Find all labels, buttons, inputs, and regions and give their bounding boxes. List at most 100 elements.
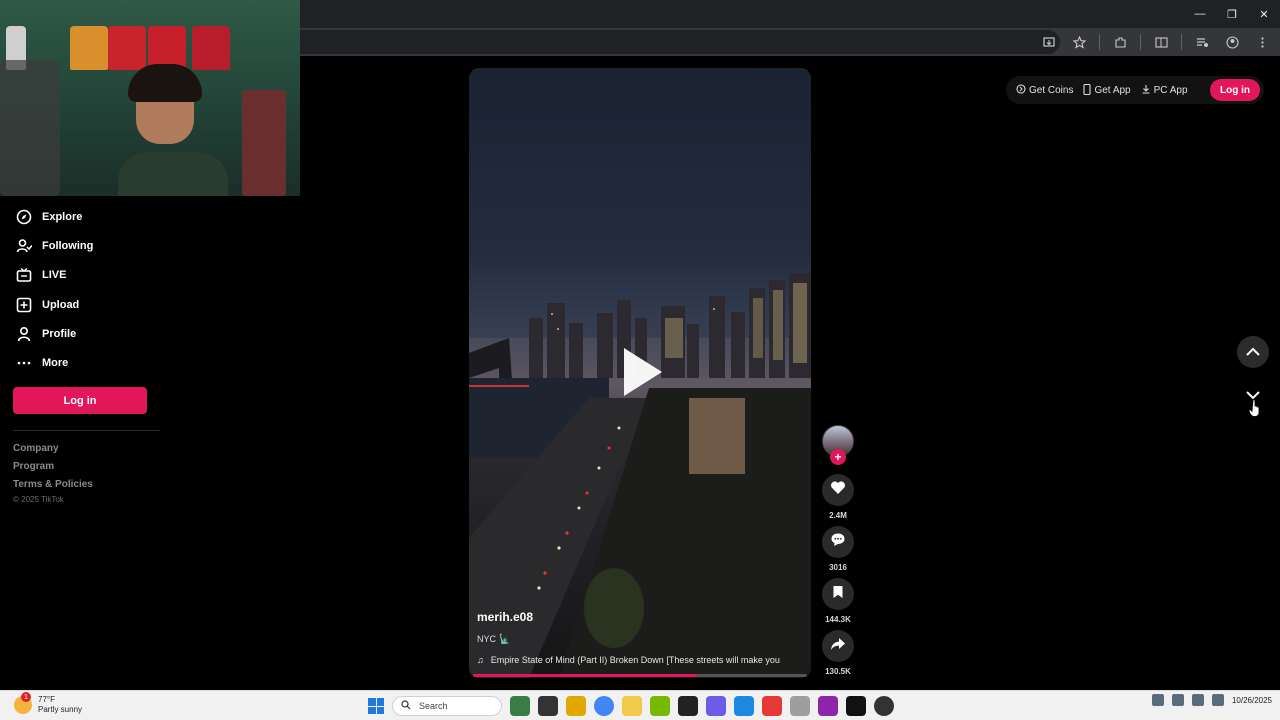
- compass-icon: [14, 207, 34, 227]
- youtube-icon[interactable]: [762, 696, 782, 716]
- tray-icon[interactable]: [1151, 694, 1164, 706]
- network-icon[interactable]: [1171, 694, 1184, 706]
- media-controls-icon[interactable]: [1192, 32, 1212, 52]
- heart-icon: [830, 480, 846, 500]
- app-icon[interactable]: [650, 696, 670, 716]
- window-controls: — ❐ ✕: [1184, 0, 1280, 28]
- extensions-icon[interactable]: [1110, 32, 1130, 52]
- hand-cursor-icon: [1249, 399, 1260, 417]
- save-button[interactable]: [822, 578, 854, 610]
- app-icon[interactable]: [706, 696, 726, 716]
- video-progress-fill: [473, 674, 697, 677]
- toolbar-divider: [1181, 34, 1182, 50]
- app-icon[interactable]: [510, 696, 530, 716]
- get-coins-link[interactable]: Get Coins: [1016, 84, 1073, 96]
- sidebar-divider: [13, 430, 160, 431]
- pc-app-label: PC App: [1153, 84, 1188, 96]
- toolbar-divider: [1099, 34, 1100, 50]
- restore-button[interactable]: ❐: [1216, 0, 1248, 28]
- app-icon[interactable]: [678, 696, 698, 716]
- video-author-username[interactable]: merih.e08: [477, 610, 533, 624]
- install-app-icon[interactable]: [1039, 32, 1059, 52]
- footer-link-terms[interactable]: Terms & Policies: [13, 479, 93, 490]
- toolbar-divider: [1140, 34, 1141, 50]
- music-note-icon: ♫: [477, 655, 484, 665]
- sidebar-item-label: LIVE: [42, 269, 67, 281]
- shelf: [242, 90, 286, 196]
- chair: [0, 60, 60, 196]
- more-icon: [14, 353, 34, 373]
- minimize-button[interactable]: —: [1184, 0, 1216, 28]
- phone-icon: [1083, 83, 1092, 97]
- share-arrow-icon: [830, 637, 846, 656]
- app-icon[interactable]: [818, 696, 838, 716]
- sidebar-item-more[interactable]: More: [14, 353, 68, 373]
- video-progress-bar[interactable]: [473, 674, 807, 677]
- share-button[interactable]: [822, 630, 854, 662]
- footer-link-program[interactable]: Program: [13, 461, 54, 472]
- bookmark-icon: [832, 585, 844, 604]
- play-icon[interactable]: [624, 348, 662, 396]
- chrome-icon[interactable]: [594, 696, 614, 716]
- search-placeholder: Search: [419, 701, 448, 711]
- get-coins-label: Get Coins: [1029, 84, 1074, 96]
- address-bar[interactable]: [300, 30, 1060, 54]
- taskbar-date[interactable]: 10/26/2025: [1232, 695, 1272, 706]
- notification-badge: 1: [21, 692, 31, 702]
- weather-sun-icon: 1: [14, 692, 32, 714]
- pc-app-link[interactable]: PC App: [1141, 84, 1188, 96]
- close-button[interactable]: ✕: [1248, 0, 1280, 28]
- windows-taskbar: 1 77°F Partly sunny Search 10/26/2025: [0, 690, 1280, 720]
- split-view-icon[interactable]: [1151, 32, 1171, 52]
- following-icon: [14, 236, 34, 256]
- app-icon[interactable]: [790, 696, 810, 716]
- webcam-overlay: [0, 0, 300, 196]
- app-icon[interactable]: [846, 696, 866, 716]
- get-app-label: Get App: [1094, 84, 1131, 96]
- music-title: Empire State of Mind (Part II) Broken Do…: [490, 655, 780, 665]
- sidebar-item-profile[interactable]: Profile: [14, 324, 76, 344]
- hanging-jersey: [108, 26, 146, 70]
- file-explorer-icon[interactable]: [622, 696, 642, 716]
- system-tray: 10/26/2025: [1151, 694, 1272, 706]
- sidebar-item-upload[interactable]: Upload: [14, 295, 79, 315]
- volume-icon[interactable]: [1211, 694, 1224, 706]
- profile-account-icon[interactable]: [1222, 32, 1242, 52]
- top-login-button[interactable]: Log in: [1210, 79, 1260, 101]
- footer-link-company[interactable]: Company: [13, 443, 59, 454]
- browser-menu-icon[interactable]: [1252, 32, 1272, 52]
- previous-video-button[interactable]: [1237, 336, 1269, 368]
- app-icon[interactable]: [538, 696, 558, 716]
- taskbar-apps: [510, 696, 894, 716]
- bookmark-star-icon[interactable]: [1069, 32, 1089, 52]
- sidebar-item-label: Explore: [42, 211, 83, 223]
- app-icon[interactable]: [566, 696, 586, 716]
- sidebar-item-label: Following: [42, 240, 94, 252]
- weather-widget[interactable]: 1 77°F Partly sunny: [14, 692, 83, 715]
- chevron-up-icon: [1246, 343, 1260, 361]
- save-count: 144.3K: [825, 615, 851, 624]
- start-button[interactable]: [368, 698, 384, 714]
- copyright-text: © 2025 TikTok: [13, 495, 64, 504]
- taskbar-search[interactable]: Search: [392, 696, 502, 716]
- video-music-info[interactable]: ♫ Empire State of Mind (Part II) Broken …: [477, 655, 803, 665]
- sidebar-login-button[interactable]: Log in: [13, 387, 147, 414]
- sidebar-item-explore[interactable]: Explore: [14, 207, 82, 227]
- weather-condition: Partly sunny: [38, 705, 83, 714]
- like-count: 2.4M: [829, 511, 847, 520]
- video-caption: NYC 🗽: [477, 634, 510, 644]
- hanging-jersey: [192, 26, 230, 70]
- sidebar-item-label: More: [42, 357, 69, 369]
- wifi-icon[interactable]: [1191, 694, 1204, 706]
- follow-plus-icon[interactable]: +: [830, 449, 846, 465]
- app-icon[interactable]: [874, 696, 894, 716]
- top-action-bar: Get Coins Get App PC App Log in: [1006, 76, 1264, 104]
- video-player[interactable]: merih.e08 NYC 🗽 ♫ Empire State of Mind (…: [469, 68, 811, 678]
- comment-button[interactable]: [822, 526, 854, 558]
- like-button[interactable]: [822, 474, 854, 506]
- app-icon[interactable]: [734, 696, 754, 716]
- sidebar-item-live[interactable]: LIVE: [14, 265, 66, 285]
- sidebar-item-following[interactable]: Following: [14, 236, 93, 256]
- get-app-link[interactable]: Get App: [1083, 83, 1131, 97]
- upload-icon: [14, 295, 34, 315]
